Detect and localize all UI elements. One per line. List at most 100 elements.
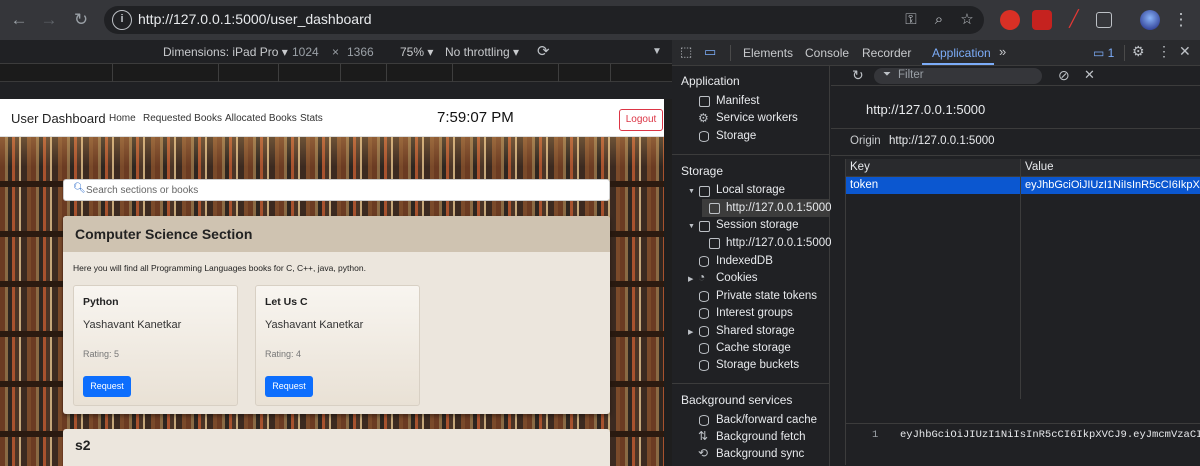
filter-input[interactable]: ⏷ Filter xyxy=(874,68,1042,84)
sidebar-item-manifest[interactable]: Manifest xyxy=(716,95,759,107)
forward-icon[interactable]: → xyxy=(38,9,60,31)
media-query-ruler xyxy=(0,64,672,82)
sidebar-item-session-storage[interactable]: Session storage xyxy=(716,219,798,231)
sidebar-item-interest-groups[interactable]: Interest groups xyxy=(716,307,793,319)
sidebar-item-service-workers[interactable]: Service workers xyxy=(716,112,798,124)
book-rating: Rating: 4 xyxy=(265,349,302,359)
nav-link-requested-books[interactable]: Requested Books xyxy=(143,113,222,124)
local-storage-origin-icon xyxy=(709,203,720,214)
rotate-icon[interactable]: ⟳ xyxy=(537,42,550,60)
navbar-brand[interactable]: User Dashboard xyxy=(11,111,106,126)
sidebar-item-private-state-tokens[interactable]: Private state tokens xyxy=(716,290,817,302)
zoom-icon[interactable]: ⌕ xyxy=(928,10,950,30)
issues-count: 1 xyxy=(1107,46,1115,60)
tab-application[interactable]: Application xyxy=(932,46,991,60)
nav-link-home[interactable]: Home xyxy=(109,113,136,124)
throttling-select[interactable]: No throttling ▾ xyxy=(445,45,519,59)
local-storage-view: ↻ ⏷ Filter ⊘ ✕ http://127.0.0.1:5000 Ori… xyxy=(831,66,1200,466)
sidebar-item-indexeddb[interactable]: IndexedDB xyxy=(716,255,773,267)
device-width-input[interactable]: 1024 xyxy=(292,45,319,59)
expand-session-storage-icon[interactable]: ▼ xyxy=(688,223,695,230)
origin-heading: http://127.0.0.1:5000 xyxy=(866,102,986,117)
device-more-icon[interactable]: ▼ xyxy=(652,46,662,57)
tab-recorder[interactable]: Recorder xyxy=(862,46,911,60)
extension-media-icon[interactable] xyxy=(1032,10,1052,30)
expand-local-storage-icon[interactable]: ▼ xyxy=(688,188,695,195)
zoom-select[interactable]: 75% ▾ xyxy=(400,45,433,59)
sidebar-item-back-forward-cache[interactable]: Back/forward cache xyxy=(716,414,817,426)
expand-shared-storage-icon[interactable]: ▶ xyxy=(688,328,693,336)
delete-selected-icon[interactable]: ✕ xyxy=(1084,67,1095,83)
expand-cookies-icon[interactable]: ▶ xyxy=(688,275,693,283)
request-button[interactable]: Request xyxy=(83,376,131,397)
sidebar-item-background-fetch[interactable]: Background fetch xyxy=(716,431,806,443)
address-bar[interactable]: i http://127.0.0.1:5000/user_dashboard ⚿… xyxy=(104,6,984,34)
clear-all-icon[interactable]: ⊘ xyxy=(1058,67,1070,84)
sidebar-item-cache-storage[interactable]: Cache storage xyxy=(716,342,791,354)
refresh-icon[interactable]: ↻ xyxy=(852,67,864,84)
cookies-icon: ◔ xyxy=(698,270,706,284)
close-devtools-icon[interactable]: ✕ xyxy=(1179,43,1191,60)
device-toolbar-toggle-icon[interactable]: ▭ xyxy=(704,44,716,60)
nav-link-stats[interactable]: Stats xyxy=(300,113,323,124)
inspect-element-icon[interactable]: ⬚ xyxy=(680,44,692,60)
table-row[interactable]: token eyJhbGciOiJIUzI1NiIsInR5cCI6IkpX..… xyxy=(846,177,1200,194)
column-divider[interactable] xyxy=(1020,159,1021,399)
profile-avatar[interactable] xyxy=(1140,10,1160,30)
section-header: Computer Science Section xyxy=(63,216,610,252)
device-dimensions-select[interactable]: Dimensions: iPad Pro ▾ xyxy=(163,45,288,59)
url-text[interactable]: http://127.0.0.1:5000/user_dashboard xyxy=(138,11,372,27)
extension-red-hand-icon[interactable] xyxy=(1000,10,1020,30)
origin-label: Origin xyxy=(850,135,881,147)
extension-pen-icon[interactable]: ╱ xyxy=(1064,10,1084,30)
key-icon[interactable]: ⚿ xyxy=(900,10,922,30)
value-preview: 1 eyJhbGciOiJIUzI1NiIsInR5cCI6IkpXVCJ9.e… xyxy=(846,423,1200,465)
search-input[interactable]: 🔍︎ Search sections or books xyxy=(63,179,610,201)
info-icon[interactable]: i xyxy=(112,10,132,30)
section-description: Here you will find all Programming Langu… xyxy=(73,263,366,273)
sidebar-item-storage[interactable]: Storage xyxy=(716,130,756,142)
tab-console[interactable]: Console xyxy=(805,46,849,60)
sidebar-item-background-sync[interactable]: Background sync xyxy=(716,448,804,460)
section-card: Computer Science Section Here you will f… xyxy=(63,216,610,414)
sidebar-item-session-storage-origin[interactable]: http://127.0.0.1:5000 xyxy=(726,237,832,249)
extensions-puzzle-icon[interactable] xyxy=(1096,12,1112,28)
request-button[interactable]: Request xyxy=(265,376,313,397)
book-author: Yashavant Kanetkar xyxy=(83,319,182,331)
shared-storage-icon xyxy=(699,326,709,337)
back-icon[interactable]: ← xyxy=(8,9,30,31)
more-tabs-icon[interactable]: » xyxy=(999,44,1006,59)
storage-icon xyxy=(699,131,709,142)
settings-gear-icon[interactable]: ⚙ xyxy=(1132,43,1145,60)
devtools-menu-icon[interactable]: ⋮ xyxy=(1157,43,1171,60)
browser-menu-icon[interactable]: ⋮ xyxy=(1170,9,1192,31)
device-height-input[interactable]: 1366 xyxy=(347,45,374,59)
user-dashboard-page: User Dashboard Home Requested Books Allo… xyxy=(0,99,672,466)
session-storage-icon xyxy=(699,221,710,232)
active-tab-indicator xyxy=(922,63,994,65)
times-sign: × xyxy=(332,45,340,59)
sidebar-item-local-storage[interactable]: Local storage xyxy=(716,184,785,196)
issues-badge[interactable]: ▭ 1 xyxy=(1093,46,1114,60)
reload-icon[interactable]: ↻ xyxy=(70,9,92,31)
column-header-value[interactable]: Value xyxy=(1025,161,1054,173)
back-forward-cache-icon xyxy=(699,415,709,426)
sidebar-item-storage-buckets[interactable]: Storage buckets xyxy=(716,359,799,371)
book-title: Python xyxy=(83,296,119,308)
column-header-key[interactable]: Key xyxy=(850,161,870,173)
book-author: Yashavant Kanetkar xyxy=(265,319,364,331)
tab-elements[interactable]: Elements xyxy=(743,46,793,60)
clock: 7:59:07 PM xyxy=(437,109,514,126)
browser-toolbar: ← → ↻ i http://127.0.0.1:5000/user_dashb… xyxy=(0,0,1200,40)
page-scrollbar[interactable] xyxy=(664,99,672,466)
value-preview-text[interactable]: eyJhbGciOiJIUzI1NiIsInR5cCI6IkpXVCJ9.eyJ… xyxy=(900,429,1200,441)
nav-link-allocated-books[interactable]: Allocated Books xyxy=(225,113,297,124)
sidebar-item-local-storage-origin[interactable]: http://127.0.0.1:5000 xyxy=(726,202,832,214)
sidebar-item-shared-storage[interactable]: Shared storage xyxy=(716,325,795,337)
book-title: Let Us C xyxy=(265,296,308,308)
logout-button[interactable]: Logout xyxy=(619,109,663,131)
device-toolbar: Dimensions: iPad Pro ▾ 1024 × 1366 75% ▾… xyxy=(0,40,672,64)
origin-row: Origin http://127.0.0.1:5000 xyxy=(831,128,1200,156)
sidebar-item-cookies[interactable]: Cookies xyxy=(716,272,758,284)
bookmark-star-icon[interactable]: ☆ xyxy=(956,10,978,30)
